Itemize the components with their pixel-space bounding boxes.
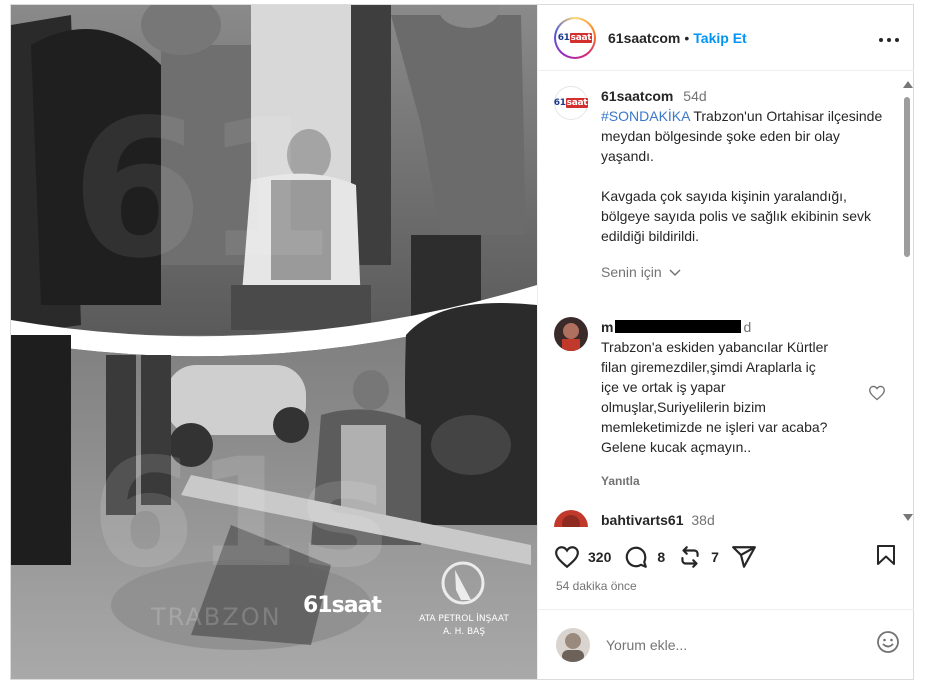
bookmark-icon[interactable] — [874, 542, 898, 568]
commenter-username[interactable]: m — [601, 319, 613, 335]
add-comment-bar — [538, 609, 914, 679]
comment-action[interactable]: 8 — [623, 544, 665, 570]
sponsor-text: ATA PETROL İNŞAAT A. H. BAŞ — [399, 613, 529, 639]
redaction-bar — [615, 320, 742, 333]
commenter-username[interactable]: bahtivarts61 — [601, 512, 683, 527]
share-action[interactable] — [731, 544, 757, 570]
post-photo: 61 61s — [11, 5, 537, 679]
more-options-icon[interactable] — [878, 26, 900, 49]
post-side-panel: 61saat 61saatcom • Takip Et 61saat 61saa… — [537, 5, 914, 679]
comment-item: bahtivarts61 38d — [554, 510, 894, 527]
like-count[interactable]: 320 — [588, 549, 611, 565]
follow-button[interactable]: Takip Et — [693, 30, 746, 46]
svg-text:61: 61 — [71, 79, 335, 300]
senin-icin-label: Senin için — [601, 264, 662, 280]
post-image[interactable]: 61 61s 61saat ATA PETROL İNŞAAT A. H. BA… — [11, 5, 537, 679]
commenter-avatar[interactable] — [554, 510, 588, 527]
brand-overlay: 61saat — [303, 593, 382, 618]
share-icon[interactable] — [731, 544, 757, 570]
caption-username[interactable]: 61saatcom — [601, 88, 673, 104]
caption-text-2: Kavgada çok sayıda kişinin yaralandığı, … — [601, 188, 872, 244]
like-action[interactable]: 320 — [554, 545, 611, 569]
header-username[interactable]: 61saatcom — [608, 30, 680, 46]
profile-avatar[interactable]: 61saat — [554, 16, 596, 59]
comment-age: d — [743, 319, 752, 335]
action-bar: 320 8 7 — [554, 537, 898, 577]
post-time[interactable]: 54 dakika önce — [556, 579, 637, 593]
scroll-up-arrow-icon[interactable] — [903, 81, 913, 88]
comment-input[interactable] — [606, 636, 846, 653]
caption-logo: 61saat — [553, 98, 589, 108]
comment-count: 8 — [657, 549, 666, 565]
post-dialog: 61 61s 61saat ATA PETROL İNŞAAT A. H. BA… — [10, 4, 914, 680]
caption: 61saat 61saatcom 54d #SONDAKİKA Trabzon'… — [554, 86, 894, 282]
sponsor-line-1: ATA PETROL İNŞAAT — [419, 614, 509, 624]
current-user-avatar — [556, 627, 590, 662]
caption-avatar[interactable]: 61saat — [553, 86, 589, 120]
commenter-avatar[interactable] — [554, 317, 588, 351]
emoji-icon[interactable] — [876, 630, 900, 659]
scroll-down-arrow-icon[interactable] — [903, 514, 913, 521]
svg-text:61s: 61s — [91, 427, 389, 601]
comments-scrollbar[interactable] — [902, 81, 913, 521]
comment-text: Trabzon'a eskiden yabancılar Kürtler fil… — [601, 339, 829, 455]
reply-button[interactable]: Yanıtla — [601, 471, 894, 491]
separator-dot: • — [684, 29, 690, 46]
comment-age: 38d — [691, 512, 715, 527]
comment-like-icon[interactable] — [868, 385, 886, 406]
repost-action[interactable]: 7 — [677, 544, 719, 570]
repost-count: 7 — [711, 549, 719, 565]
repost-icon[interactable] — [677, 544, 703, 570]
profile-logo: 61saat — [557, 32, 593, 43]
comment-icon[interactable] — [623, 544, 649, 570]
heart-icon[interactable] — [554, 545, 580, 569]
brand-overlay-text: 61saat — [303, 593, 382, 618]
scrollbar-thumb[interactable] — [904, 97, 910, 257]
post-header: 61saat 61saatcom • Takip Et — [538, 5, 914, 71]
save-action[interactable] — [874, 542, 898, 573]
sponsor-line-2: A. H. BAŞ — [442, 627, 486, 637]
watermark-text: TRABZON — [151, 603, 282, 631]
senin-icin-toggle[interactable]: Senin için — [601, 262, 894, 282]
comments-area[interactable]: 61saat 61saatcom 54d #SONDAKİKA Trabzon'… — [538, 72, 914, 527]
caption-hashtag[interactable]: #SONDAKİKA — [601, 108, 690, 124]
chevron-down-icon — [669, 269, 681, 277]
comment-item: m d Trabzon'a eskiden yabancılar Kürtler … — [554, 317, 894, 491]
caption-age: 54d — [683, 88, 707, 104]
